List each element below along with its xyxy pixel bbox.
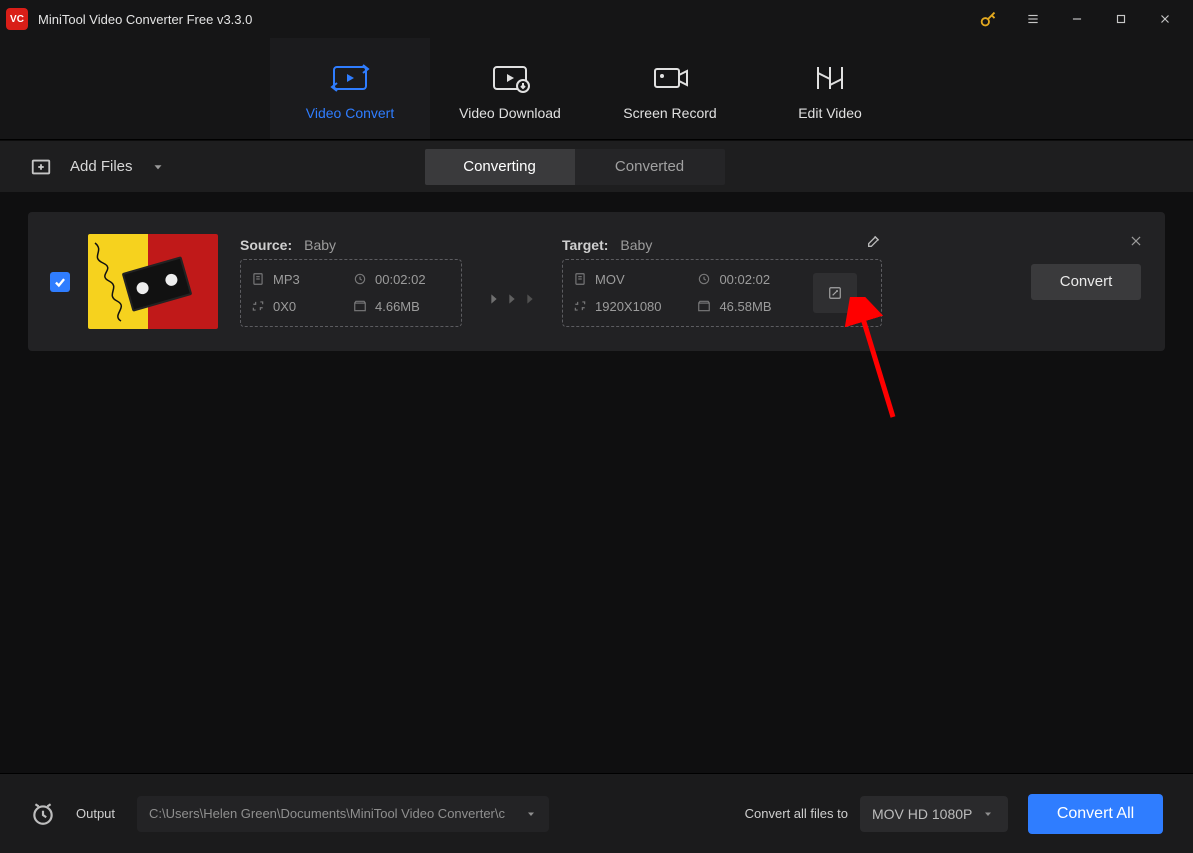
- target-size: 46.58MB: [719, 299, 771, 314]
- nav-label: Video Convert: [306, 105, 394, 121]
- source-column: Source: Baby MP3 00:02:02 0X0 4.66MB: [240, 237, 462, 327]
- task-checkbox[interactable]: [50, 272, 70, 292]
- source-format: MP3: [273, 272, 300, 287]
- title-bar: VC MiniTool Video Converter Free v3.3.0: [0, 0, 1193, 38]
- window-close-button[interactable]: [1143, 0, 1187, 38]
- target-settings-button[interactable]: [813, 273, 857, 313]
- target-duration: 00:02:02: [719, 272, 770, 287]
- target-resolution: 1920X1080: [595, 299, 662, 314]
- source-size: 4.66MB: [375, 299, 420, 314]
- nav-label: Screen Record: [623, 105, 716, 121]
- output-label: Output: [76, 806, 115, 821]
- task-list: Source: Baby MP3 00:02:02 0X0 4.66MB Targ…: [0, 192, 1193, 752]
- convert-all-label: Convert all files to: [745, 806, 848, 821]
- source-resolution: 0X0: [273, 299, 296, 314]
- nav-edit-video[interactable]: Edit Video: [750, 38, 910, 139]
- nav-label: Video Download: [459, 105, 561, 121]
- source-name: Baby: [304, 237, 336, 253]
- edit-target-icon[interactable]: [866, 233, 882, 254]
- target-name: Baby: [620, 237, 652, 253]
- sub-toolbar: Add Files Converting Converted: [0, 140, 1193, 192]
- nav-video-download[interactable]: Video Download: [430, 38, 590, 139]
- target-format: MOV: [595, 272, 625, 287]
- screen-record-icon: [650, 57, 690, 99]
- target-format-value: MOV HD 1080P: [872, 806, 972, 822]
- target-label: Target:: [562, 237, 608, 253]
- add-files-label: Add Files: [70, 158, 133, 175]
- add-file-icon: [30, 156, 52, 178]
- edit-video-icon: [810, 57, 850, 99]
- output-path-dropdown[interactable]: C:\Users\Helen Green\Documents\MiniTool …: [137, 796, 549, 832]
- maximize-button[interactable]: [1099, 0, 1143, 38]
- target-format-dropdown[interactable]: MOV HD 1080P: [860, 796, 1008, 832]
- hamburger-menu-icon[interactable]: [1011, 0, 1055, 38]
- status-segmented-control: Converting Converted: [425, 149, 725, 185]
- tab-converting[interactable]: Converting: [425, 149, 575, 185]
- convert-button[interactable]: Convert: [1031, 264, 1141, 300]
- target-info-box: MOV 00:02:02 1920X1080 46.58MB: [562, 259, 882, 327]
- convert-all-button[interactable]: Convert All: [1028, 794, 1163, 834]
- schedule-icon[interactable]: [30, 801, 56, 827]
- add-files-button[interactable]: Add Files: [30, 156, 165, 178]
- source-info-box: MP3 00:02:02 0X0 4.66MB: [240, 259, 462, 327]
- remove-task-button[interactable]: [1129, 234, 1143, 253]
- source-duration: 00:02:02: [375, 272, 426, 287]
- tab-converted[interactable]: Converted: [575, 149, 725, 185]
- footer-bar: Output C:\Users\Helen Green\Documents\Mi…: [0, 773, 1193, 853]
- nav-label: Edit Video: [798, 105, 862, 121]
- app-title: MiniTool Video Converter Free v3.3.0: [38, 12, 252, 27]
- chevron-down-icon[interactable]: [151, 160, 165, 174]
- video-download-icon: [490, 57, 530, 99]
- nav-video-convert[interactable]: Video Convert: [270, 38, 430, 139]
- output-path: C:\Users\Helen Green\Documents\MiniTool …: [149, 806, 505, 821]
- upgrade-key-icon[interactable]: [967, 0, 1011, 38]
- nav-screen-record[interactable]: Screen Record: [590, 38, 750, 139]
- video-convert-icon: [330, 57, 370, 99]
- chevron-down-icon: [982, 808, 994, 820]
- app-logo-icon: VC: [6, 8, 28, 30]
- chevron-down-icon: [525, 808, 537, 820]
- arrows-icon: [486, 291, 538, 307]
- minimize-button[interactable]: [1055, 0, 1099, 38]
- video-thumbnail: [88, 234, 218, 329]
- task-row: Source: Baby MP3 00:02:02 0X0 4.66MB Targ…: [28, 212, 1165, 351]
- main-nav: Video Convert Video Download Screen Reco…: [0, 38, 1193, 140]
- source-label: Source:: [240, 237, 292, 253]
